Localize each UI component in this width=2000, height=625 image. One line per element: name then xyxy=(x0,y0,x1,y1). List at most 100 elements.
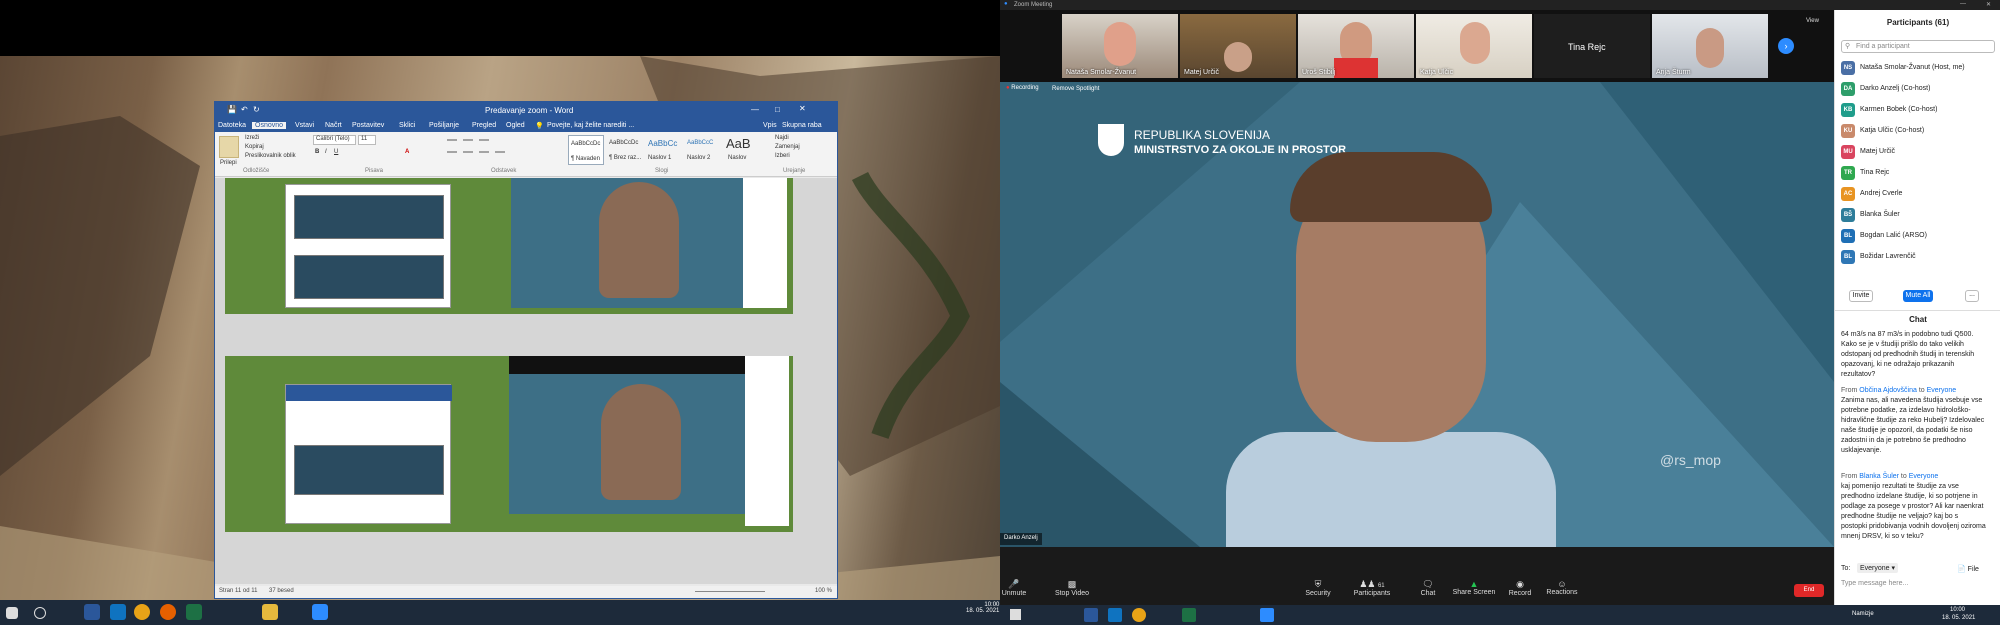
stop-video-button[interactable]: ▩ Stop Video xyxy=(1042,579,1102,597)
word-window: 💾 ↶ ↻ Predavanje zoom - Word — □ ✕ Datot… xyxy=(214,101,838,599)
tab-insert[interactable]: Vstavi xyxy=(295,122,314,129)
replace-button[interactable]: Zamenjaj xyxy=(775,144,800,150)
gallery-tile[interactable]: Tina Rejc xyxy=(1534,14,1650,78)
zoom-close-icon[interactable]: ✕ xyxy=(1986,1,1991,8)
speaker-video: ● Recording Remove Spotlight REPUBLIKA S… xyxy=(1000,82,1834,547)
windows-start-icon[interactable] xyxy=(6,607,18,619)
chrome-taskbar-icon[interactable] xyxy=(134,604,150,620)
windows-start-icon-right[interactable] xyxy=(1010,609,1021,620)
unmute-button[interactable]: 🎤 Unmute xyxy=(984,579,1044,597)
zoom-taskbar-icon-right[interactable] xyxy=(1260,608,1274,622)
tab-view[interactable]: Ogled xyxy=(506,122,525,129)
mute-all-label: Mute All xyxy=(1905,292,1931,299)
font-name-select[interactable]: Calibri (Telo) xyxy=(313,135,356,145)
recipient-select[interactable]: Everyone ▾ xyxy=(1857,563,1899,573)
word-taskbar-icon[interactable] xyxy=(84,604,100,620)
tab-review[interactable]: Pregled xyxy=(472,122,496,129)
bold-button[interactable]: B xyxy=(315,149,319,155)
remove-spotlight-button[interactable]: Remove Spotlight xyxy=(1052,86,1099,92)
redo-icon[interactable]: ↻ xyxy=(253,105,260,114)
font-color-button[interactable]: A xyxy=(405,149,409,155)
zoom-minimize-icon[interactable]: — xyxy=(1960,1,1966,7)
italic-button[interactable]: I xyxy=(325,149,327,155)
participants-title: Participants (61) xyxy=(1886,18,1950,27)
zoom-taskbar-icon[interactable] xyxy=(312,604,328,620)
tell-me-search[interactable]: Povejte, kaj želite narediti ... xyxy=(547,122,634,129)
end-meeting-button[interactable]: End xyxy=(1794,584,1824,597)
gallery-tile[interactable]: Katja Ulčic xyxy=(1416,14,1532,78)
avatar: KB xyxy=(1841,103,1855,117)
next-page-icon[interactable]: › xyxy=(1778,38,1794,54)
cut-button[interactable]: Izreži xyxy=(245,135,259,141)
maximize-icon[interactable]: □ xyxy=(775,105,780,114)
view-button[interactable]: View xyxy=(1806,18,1819,24)
paste-icon[interactable] xyxy=(219,136,239,158)
style-heading2[interactable]: AaBbCcC Naslov 2 xyxy=(685,135,721,165)
close-icon[interactable]: ✕ xyxy=(799,104,806,113)
minimize-icon[interactable]: — xyxy=(751,105,759,114)
participant-row[interactable]: NS Nataša Smolar-Žvanut (Host, me) xyxy=(1835,58,2000,79)
find-button[interactable]: Najdi xyxy=(775,135,789,141)
participant-row[interactable]: MU Matej Určič xyxy=(1835,142,2000,163)
paste-label[interactable]: Prilepi xyxy=(220,160,237,166)
edge-taskbar-icon-right[interactable] xyxy=(1108,608,1122,622)
paragraph-controls[interactable] xyxy=(445,136,507,158)
firefox-taskbar-icon[interactable] xyxy=(160,604,176,620)
search-icon[interactable] xyxy=(34,607,46,619)
style-normal[interactable]: AaBbCcDc ¶ Navaden xyxy=(568,135,604,165)
save-icon[interactable]: 💾 xyxy=(227,105,237,114)
participant-row[interactable]: BL Bogdan Lalić (ARSO) xyxy=(1835,226,2000,247)
participant-row[interactable]: TR Tina Rejc xyxy=(1835,163,2000,184)
tab-references[interactable]: Sklici xyxy=(399,122,415,129)
document-area[interactable] xyxy=(215,178,837,584)
sign-in-link[interactable]: Vpis xyxy=(763,122,777,129)
underline-button[interactable]: U xyxy=(334,149,338,155)
excel-taskbar-icon-right[interactable] xyxy=(1182,608,1196,622)
style-heading1[interactable]: AaBbCc Naslov 1 xyxy=(646,135,682,165)
font-size-select[interactable]: 11 xyxy=(358,135,376,145)
tab-file[interactable]: Datoteka xyxy=(218,122,246,129)
style-title[interactable]: AaB Naslov xyxy=(724,135,754,165)
desktop-label[interactable]: Namizje xyxy=(1852,611,1874,617)
file-button[interactable]: 📄 File xyxy=(1957,565,1979,573)
style-no-spacing-sample: AaBbCcDc xyxy=(609,140,639,146)
reactions-button[interactable]: ☺ Reactions xyxy=(1532,579,1592,596)
gallery-tile[interactable]: Uroš Stibilj xyxy=(1298,14,1414,78)
speaker-name-tag: Darko Anzelj xyxy=(1000,533,1042,545)
more-button[interactable]: ... xyxy=(1965,290,1979,302)
tab-layout[interactable]: Postavitev xyxy=(352,122,384,129)
style-no-spacing[interactable]: AaBbCcDc ¶ Brez raz... xyxy=(607,135,643,165)
gallery-tile[interactable]: Anja Šturm xyxy=(1652,14,1768,78)
excel-taskbar-icon[interactable] xyxy=(186,604,202,620)
folder-taskbar-icon[interactable] xyxy=(262,604,278,620)
select-button[interactable]: Izberi xyxy=(775,153,790,159)
format-painter-button[interactable]: Preslikovalnik oblik xyxy=(245,153,296,159)
mute-all-button[interactable]: Mute All xyxy=(1903,290,1933,302)
participants-button[interactable]: ♟♟ 61 Participants xyxy=(1342,579,1402,597)
tab-home[interactable]: Osnovno xyxy=(252,122,287,129)
tab-mailings[interactable]: Pošiljanje xyxy=(429,122,459,129)
participant-row[interactable]: AC Andrej Cverle xyxy=(1835,184,2000,205)
participant-row[interactable]: KB Karmen Bobek (Co-host) xyxy=(1835,100,2000,121)
chat-input[interactable]: Type message here... xyxy=(1841,580,1908,587)
gallery-name: Anja Šturm xyxy=(1656,69,1691,76)
tab-design[interactable]: Načrt xyxy=(325,122,342,129)
participant-search-input[interactable]: ⚲ Find a participant xyxy=(1841,40,1995,53)
security-button[interactable]: ⛨ Security xyxy=(1288,579,1348,597)
participant-row[interactable]: KU Katja Ulčic (Co-host) xyxy=(1835,121,2000,142)
undo-icon[interactable]: ↶ xyxy=(241,105,248,114)
gallery-tile[interactable]: Nataša Smolar-Žvanut xyxy=(1062,14,1178,78)
participant-row[interactable]: BL Božidar Lavrenčič xyxy=(1835,247,2000,268)
participant-list: NS Nataša Smolar-Žvanut (Host, me) DA Dark… xyxy=(1835,58,2000,280)
share-button[interactable]: Skupna raba xyxy=(782,122,822,129)
edge-taskbar-icon[interactable] xyxy=(110,604,126,620)
invite-button[interactable]: Invite xyxy=(1849,290,1873,302)
chrome-taskbar-icon-right[interactable] xyxy=(1132,608,1146,622)
participant-row[interactable]: BŠ Blanka Šuler xyxy=(1835,205,2000,226)
gallery-tile[interactable]: Matej Určič xyxy=(1180,14,1296,78)
word-taskbar-icon-right[interactable] xyxy=(1084,608,1098,622)
copy-button[interactable]: Kopiraj xyxy=(245,144,264,150)
zoom-slider[interactable] xyxy=(695,591,765,592)
avatar: MU xyxy=(1841,145,1855,159)
participant-row[interactable]: DA Darko Anzelj (Co-host) xyxy=(1835,79,2000,100)
